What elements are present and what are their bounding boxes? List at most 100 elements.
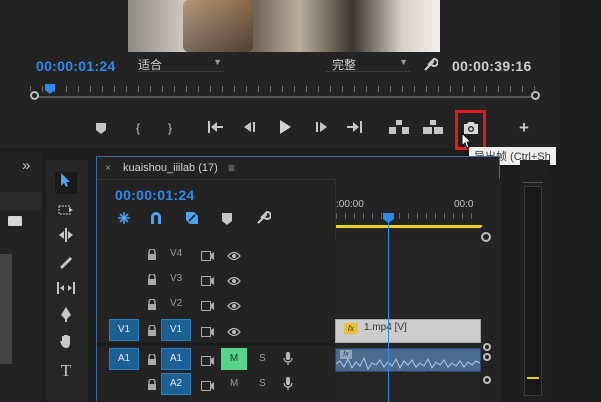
toggle-sync-lock-icon[interactable]	[201, 273, 214, 286]
ruler-label-next: 00:0	[454, 199, 474, 210]
extract-button[interactable]	[422, 120, 444, 138]
toggle-sync-lock-icon[interactable]	[201, 324, 214, 337]
toggle-track-output-eye-icon[interactable]	[227, 273, 241, 286]
vertical-zoom-handle-top[interactable]	[481, 232, 491, 242]
source-patch-a1[interactable]: A1	[109, 348, 139, 370]
toggle-sync-lock-icon[interactable]	[201, 378, 214, 391]
go-to-in-button[interactable]	[206, 121, 226, 137]
lock-icon[interactable]	[147, 248, 159, 260]
audio-meter-panel	[520, 160, 550, 401]
microphone-icon[interactable]	[283, 352, 295, 365]
program-video-frame	[128, 0, 440, 52]
sequence-tab-title[interactable]: kuaishou_iiilab (17)	[123, 162, 218, 174]
toggle-sync-lock-icon[interactable]	[201, 298, 214, 311]
hand-tool-icon[interactable]	[55, 333, 77, 355]
lift-button[interactable]	[388, 120, 410, 138]
scroll-handle[interactable]	[483, 376, 491, 384]
microphone-icon[interactable]	[283, 377, 295, 390]
toggle-track-output-eye-icon[interactable]	[227, 298, 241, 311]
timeline-ruler[interactable]: :00:00 00:0	[335, 179, 501, 239]
quality-dropdown[interactable]: 完整 ▼	[326, 56, 410, 72]
panel-collapse-icon[interactable]: »	[22, 157, 30, 174]
project-thumbnail	[0, 254, 12, 364]
toggle-sync-lock-icon[interactable]	[201, 353, 214, 366]
audio-meter	[524, 186, 542, 396]
solo-track-button[interactable]: S	[259, 353, 266, 364]
mute-track-button[interactable]: M	[230, 378, 238, 389]
track-label-v3[interactable]: V3	[170, 273, 182, 284]
timeline-timecode[interactable]: 00:00:01:24	[115, 187, 195, 203]
project-panel	[0, 152, 42, 401]
scroll-handle[interactable]	[483, 353, 491, 361]
slip-tool-icon[interactable]	[55, 279, 77, 301]
chevron-down-icon: ▼	[399, 57, 408, 67]
track-header-a1: A1 A1 M S	[97, 348, 333, 370]
chevron-down-icon: ▼	[213, 57, 222, 67]
track-target-a1[interactable]: A1	[161, 348, 191, 370]
scroll-handle[interactable]	[483, 343, 491, 351]
quality-dropdown-value: 完整	[332, 58, 357, 72]
track-select-tool-icon[interactable]	[55, 200, 77, 222]
zoom-dropdown[interactable]: 适合 ▼	[138, 56, 224, 72]
mute-track-button[interactable]: M	[221, 348, 247, 370]
track-header-v2: V2	[97, 293, 333, 315]
ripple-edit-tool-icon[interactable]	[55, 226, 77, 248]
project-panel-header	[0, 192, 42, 210]
program-monitor: 00:00:01:24 适合 ▼ 完整 ▼ 00:00:39:16 { } +	[0, 0, 560, 150]
monitor-time-ruler[interactable]	[30, 86, 540, 100]
lock-icon[interactable]	[147, 378, 159, 390]
track-label-v4[interactable]: V4	[170, 248, 182, 259]
zoom-dropdown-value: 适合	[138, 58, 163, 72]
track-header-v3: V3	[97, 268, 333, 290]
play-button[interactable]	[277, 120, 293, 138]
snap-magnet-icon[interactable]	[149, 211, 163, 230]
current-timecode[interactable]: 00:00:01:24	[36, 58, 116, 74]
panel-menu-icon[interactable]: ≡	[228, 161, 235, 175]
toggle-sync-lock-icon[interactable]	[201, 248, 214, 261]
source-patch-v1[interactable]: V1	[109, 319, 139, 341]
step-forward-button[interactable]	[312, 121, 330, 137]
nest-sequence-icon[interactable]	[117, 211, 131, 230]
audio-waveform	[336, 356, 480, 371]
add-button-plus-icon[interactable]: +	[516, 119, 532, 136]
lock-icon[interactable]	[147, 324, 159, 336]
track-target-v1[interactable]: V1	[161, 319, 191, 341]
add-marker-button[interactable]	[94, 122, 108, 138]
timeline-panel: × kuaishou_iiilab (17) ≡ 00:00:01:24 :00…	[96, 156, 501, 402]
lock-icon[interactable]	[147, 273, 159, 285]
video-clip[interactable]: fx 1.mp4 [V]	[335, 319, 481, 343]
track-header-v4: V4	[97, 243, 333, 265]
mark-out-button[interactable]: }	[163, 120, 177, 136]
toggle-track-output-eye-icon[interactable]	[227, 248, 241, 261]
toggle-track-output-eye-icon[interactable]	[227, 324, 241, 337]
duration-timecode: 00:00:39:16	[452, 58, 532, 74]
in-point-handle[interactable]	[30, 91, 39, 100]
settings-wrench-icon[interactable]	[422, 57, 439, 73]
audio-clip[interactable]: fx	[335, 348, 481, 372]
razor-tool-icon[interactable]	[55, 253, 77, 275]
track-header-a2: A2 M S	[97, 373, 333, 395]
out-point-handle[interactable]	[531, 91, 540, 100]
timeline-settings-wrench-icon[interactable]	[255, 210, 272, 231]
track-label-v2[interactable]: V2	[170, 298, 182, 309]
mark-in-button[interactable]: {	[131, 120, 145, 136]
selection-tool-icon[interactable]	[55, 172, 77, 194]
step-back-button[interactable]	[241, 121, 259, 137]
track-target-a2[interactable]: A2	[161, 373, 191, 395]
folder-icon[interactable]	[8, 216, 22, 226]
tools-panel: T	[46, 160, 88, 401]
ruler-label-start: :00:00	[336, 199, 364, 210]
type-tool-icon[interactable]: T	[55, 360, 77, 382]
pen-tool-icon[interactable]	[55, 306, 77, 328]
lock-icon[interactable]	[147, 298, 159, 310]
work-area-bar[interactable]	[336, 225, 482, 228]
lock-icon[interactable]	[147, 353, 159, 365]
timeline-playhead-line	[388, 221, 389, 402]
linked-selection-icon[interactable]	[185, 211, 199, 230]
clip-name: 1.mp4 [V]	[364, 322, 407, 333]
go-to-out-button[interactable]	[344, 121, 364, 137]
mouse-cursor-icon	[461, 131, 473, 150]
solo-track-button[interactable]: S	[259, 378, 266, 389]
add-marker-icon[interactable]	[222, 212, 232, 230]
close-tab-icon[interactable]: ×	[105, 163, 111, 174]
